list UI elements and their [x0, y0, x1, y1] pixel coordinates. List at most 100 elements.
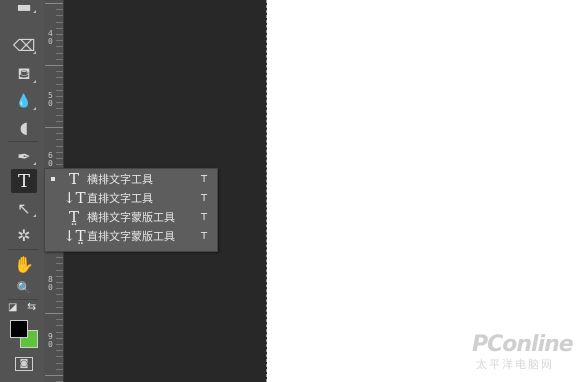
ruler-tick: [56, 300, 63, 302]
menu-item-horizontal-type-mask-tool[interactable]: T̤ 横排文字蒙版工具 T: [45, 208, 217, 226]
menu-item-label: 横排文字工具: [87, 173, 153, 186]
ruler-tick: [56, 89, 63, 91]
swap-colors-button[interactable]: ⇆: [27, 300, 36, 313]
ruler-tick: [56, 52, 63, 54]
ruler-tick: [56, 337, 63, 339]
hand-icon: ✋: [14, 254, 34, 274]
tool-group-indicator: [33, 214, 36, 217]
ruler-tick: [56, 356, 63, 358]
toolbar-divider: [8, 249, 38, 250]
canvas-boundary: [266, 0, 267, 382]
water-drop-icon: 💧: [15, 93, 33, 109]
tool-group-indicator: [33, 51, 36, 54]
ruler-tick: [56, 139, 63, 141]
zoom-tool[interactable]: 🔍: [11, 276, 37, 300]
selected-indicator: [51, 234, 55, 238]
menu-item-shortcut: T: [201, 192, 208, 204]
ruler-tick: [56, 319, 63, 321]
menu-item-label: 直排文字蒙版工具: [87, 230, 175, 243]
ruler-label: 80: [48, 275, 53, 292]
ruler-tick: [45, 127, 63, 128]
ruler-tick: [56, 15, 63, 17]
ruler-tick: [56, 325, 63, 327]
toolbar-divider: [8, 141, 38, 142]
brush-icon: ▬: [16, 0, 32, 16]
dodge-tool[interactable]: ◖: [11, 115, 37, 139]
ruler-tick: [45, 375, 63, 376]
menu-item-vertical-type-mask-tool[interactable]: ↓T̤ 直排文字蒙版工具 T: [45, 227, 217, 245]
menu-item-shortcut: T: [201, 173, 208, 185]
default-colors-button[interactable]: ◪: [8, 302, 17, 313]
tool-group-indicator: [33, 107, 36, 110]
menu-item-shortcut: T: [201, 211, 208, 223]
ruler-tick: [56, 114, 63, 116]
ruler-tick: [56, 21, 63, 23]
ruler-tick: [56, 71, 63, 73]
dodge-icon: ◖: [19, 117, 29, 137]
ruler-tick: [56, 9, 63, 11]
ruler-tick: [56, 27, 63, 29]
pen-icon: ✒: [17, 146, 31, 166]
document-canvas[interactable]: [268, 0, 586, 382]
ruler-tick: [56, 344, 63, 345]
horizontal-type-mask-icon: T̤: [68, 208, 79, 226]
custom-shape-tool[interactable]: ✲: [11, 223, 37, 247]
shape-icon: ✲: [17, 225, 31, 245]
eraser-icon: ⌫: [12, 35, 36, 55]
ruler-tick: [56, 34, 63, 35]
arrow-cursor-icon: ↖: [17, 198, 31, 218]
selected-indicator: [51, 215, 55, 219]
ruler-tick: [56, 145, 63, 147]
ruler-tick: [56, 96, 63, 97]
ruler-tick: [56, 164, 63, 166]
type-tool[interactable]: T: [11, 169, 37, 193]
tool-group-indicator: [33, 162, 36, 165]
ruler-tick: [56, 40, 63, 42]
ruler-tick: [56, 263, 63, 265]
ruler-label: 50: [48, 91, 53, 108]
ruler-tick: [56, 46, 63, 48]
selected-indicator: [51, 196, 55, 200]
ruler-tick: [56, 368, 63, 370]
menu-item-shortcut: T: [201, 230, 208, 242]
ruler-tick: [56, 77, 63, 79]
ruler-tick: [56, 58, 63, 60]
ruler-tick: [56, 158, 63, 159]
menu-item-label: 横排文字蒙版工具: [87, 211, 175, 224]
vertical-type-mask-icon: ↓T̤: [63, 227, 86, 245]
ruler-tick: [56, 362, 63, 364]
type-tool-flyout-menu: T 横排文字工具 T ↓T 直排文字工具 T T̤ 横排文字蒙版工具 T ↓T̤…: [44, 168, 218, 252]
ruler-label: 60: [48, 151, 53, 168]
ruler-tick: [56, 83, 63, 85]
ruler-tick: [56, 275, 63, 277]
watermark-logo: PConline: [472, 332, 574, 357]
menu-item-vertical-type-tool[interactable]: ↓T 直排文字工具 T: [45, 189, 217, 207]
menu-item-label: 直排文字工具: [87, 192, 153, 205]
ruler-tick: [45, 3, 63, 4]
ruler-tick: [56, 133, 63, 135]
hand-tool[interactable]: ✋: [11, 252, 37, 276]
selected-indicator: [51, 177, 55, 181]
menu-item-horizontal-type-tool[interactable]: T 横排文字工具 T: [45, 170, 217, 188]
ruler-tick: [45, 65, 63, 66]
paint-bucket-icon: ⛾: [17, 63, 31, 83]
ruler-tick: [56, 257, 63, 259]
ruler-tick: [56, 120, 63, 122]
quick-mask-button[interactable]: ◙: [15, 357, 33, 371]
ruler-label: 90: [48, 332, 53, 349]
ruler-tick: [56, 282, 63, 283]
tool-group-indicator: [33, 80, 36, 83]
horizontal-type-icon: T: [68, 170, 79, 188]
tools-panel: ▬ ⌫ ⛾ 💧 ◖ ✒ T ↖ ✲ ✋ 🔍 ◪ ⇆ ◙: [0, 0, 44, 382]
ruler-tick: [56, 108, 63, 110]
ruler-tick: [56, 102, 63, 104]
ruler-label: 40: [48, 29, 53, 46]
ruler-tick: [45, 313, 63, 314]
ruler-tick: [56, 350, 63, 352]
ruler-tick: [56, 294, 63, 296]
tool-top-partial[interactable]: ▬: [11, 0, 37, 18]
ruler-tick: [56, 288, 63, 290]
magnifier-icon: 🔍: [16, 281, 32, 295]
foreground-color-swatch[interactable]: [10, 320, 28, 338]
ruler-tick: [56, 269, 63, 271]
